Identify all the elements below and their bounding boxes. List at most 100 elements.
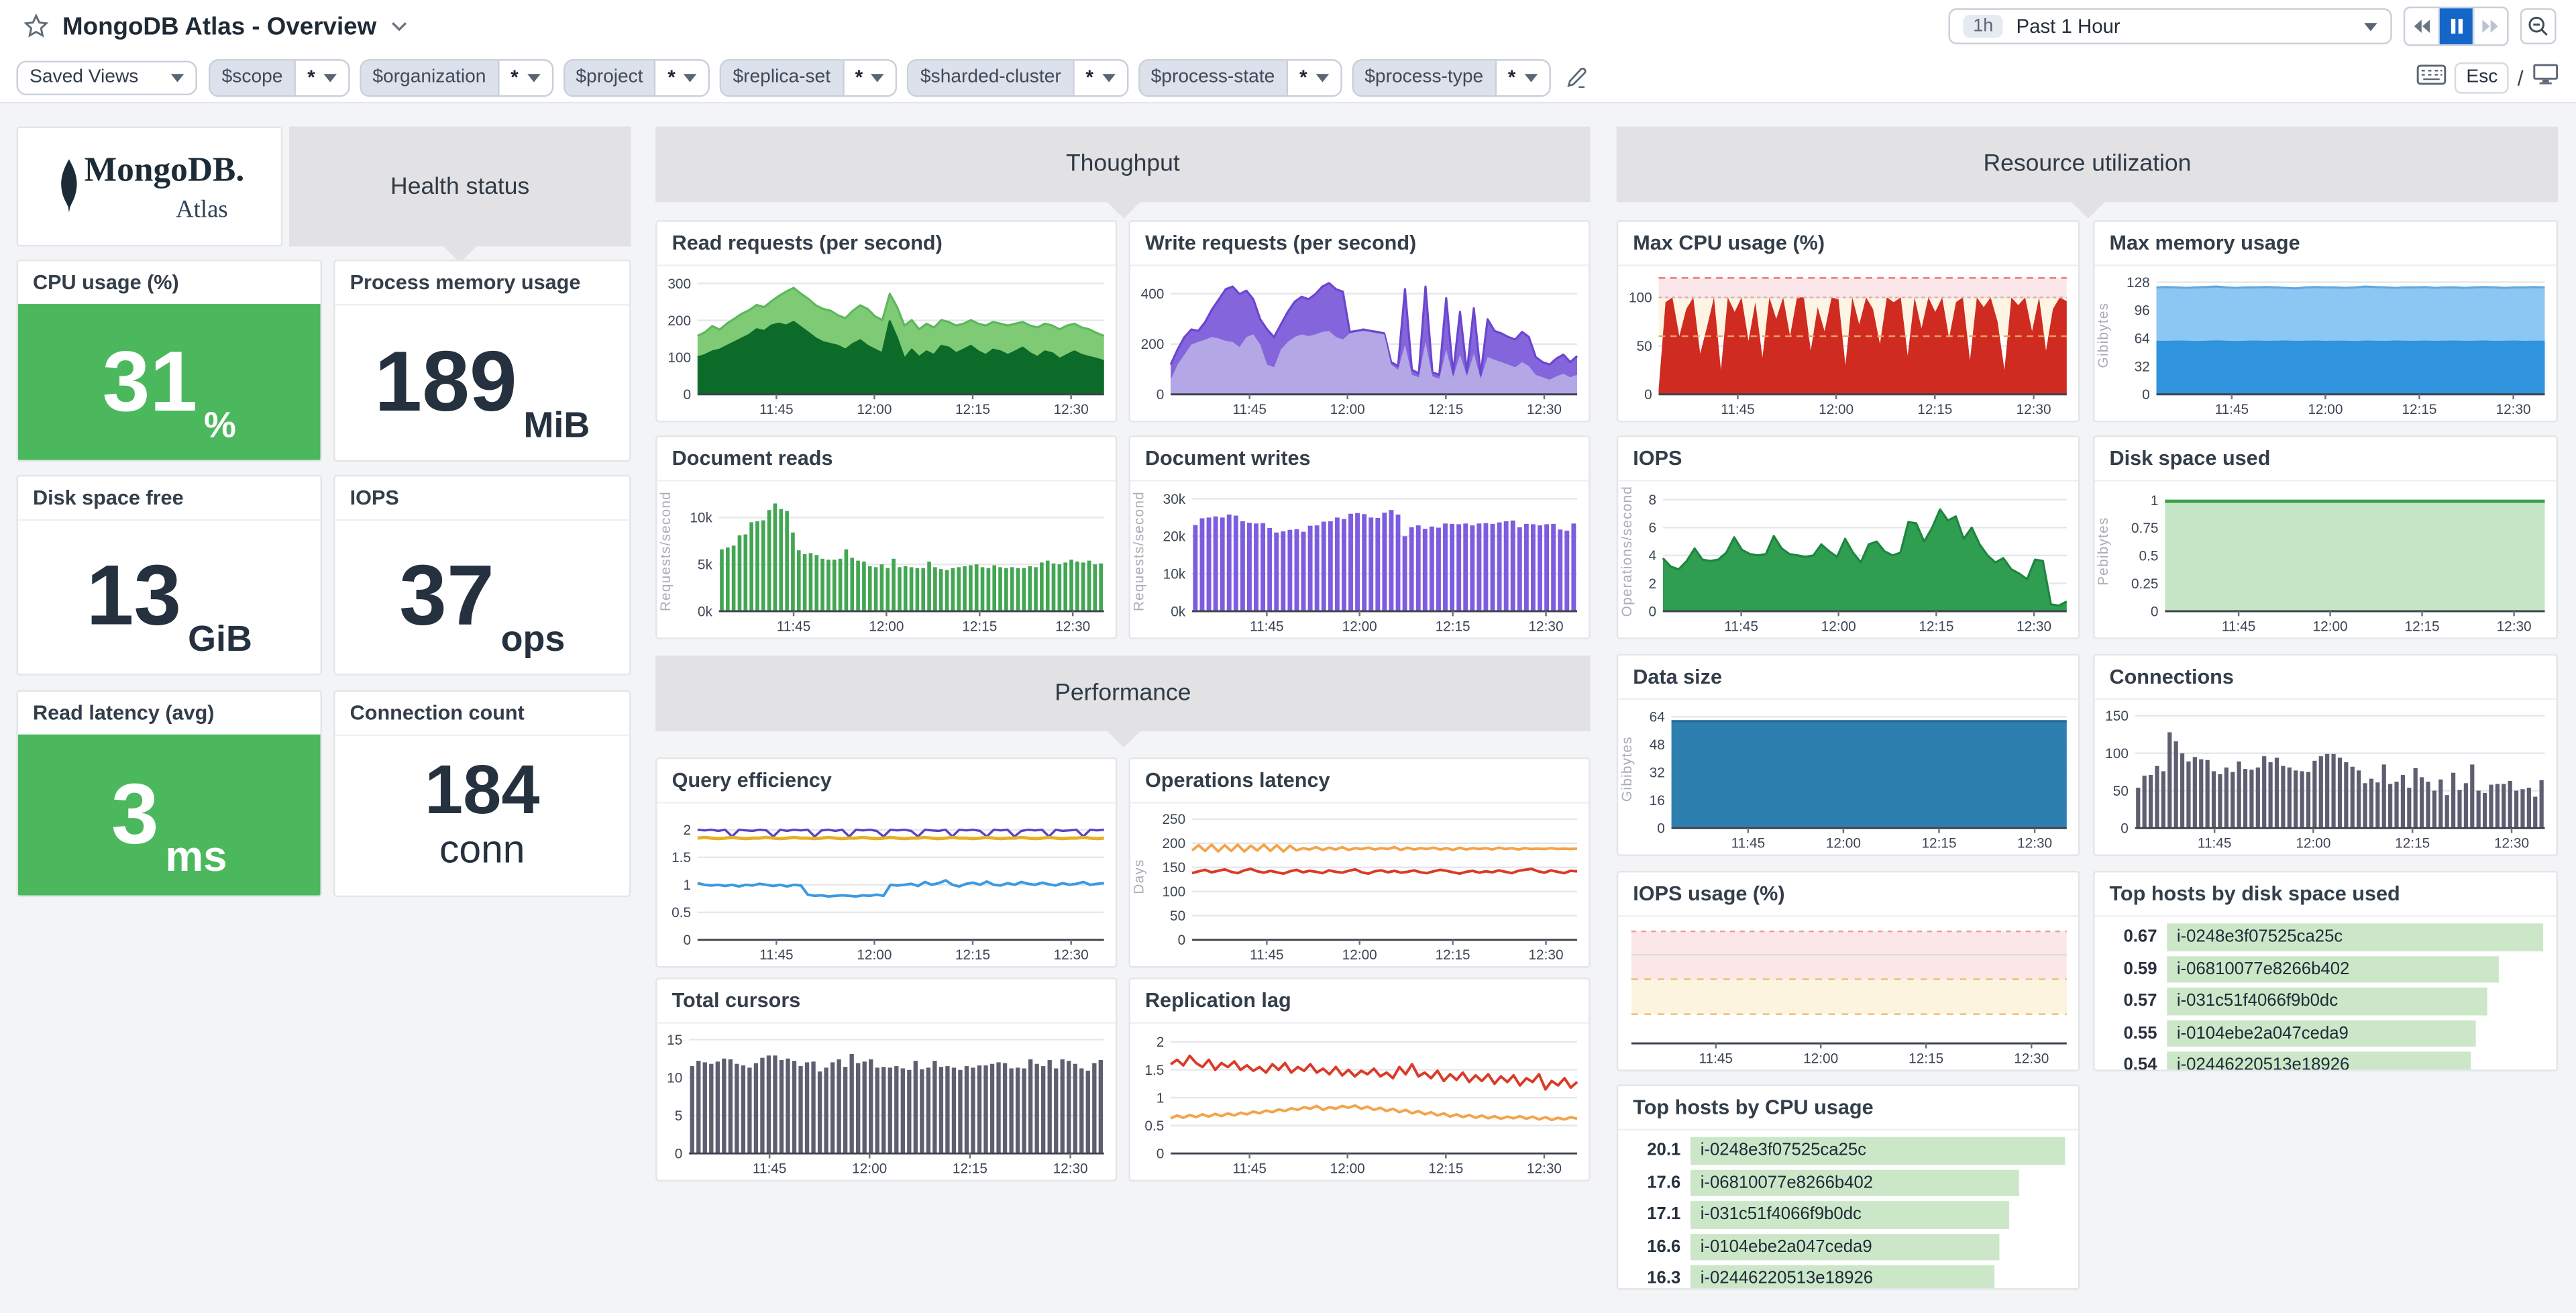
panel-title[interactable]: Replication lag [1130, 980, 1589, 1024]
panel-title[interactable]: Total cursors [657, 980, 1116, 1024]
panel-read-latency-stat: Read latency (avg) 3ms [16, 690, 322, 898]
disk-space-used-chart[interactable]: 00.250.50.75111:4512:0012:1512:30Pebibyt… [2094, 480, 2556, 637]
panel-replication-lag: Replication lag 00.511.5211:4512:0012:15… [1128, 978, 1590, 1181]
variable-chip-scope[interactable]: $scope* [209, 58, 350, 96]
host-bar[interactable]: i-0104ebe2a047ceda9 [2167, 1020, 2475, 1047]
panel-title[interactable]: Max CPU usage (%) [1618, 222, 2078, 266]
host-value: 16.6 [1631, 1237, 1690, 1256]
host-value: 0.59 [2108, 959, 2167, 979]
host-bar[interactable]: i-0248e3f07525ca25c [2167, 923, 2543, 950]
panel-title[interactable]: CPU usage (%) [18, 261, 321, 305]
query-efficiency-chart[interactable]: 00.511.5211:4512:0012:1512:30 [657, 802, 1116, 966]
variable-caret-icon [684, 73, 697, 81]
iops-usage-chart[interactable]: 11:4512:0012:1512:30 [1618, 915, 2078, 1069]
panel-title[interactable]: IOPS [335, 476, 629, 521]
variable-chip-process-type[interactable]: $process-type* [1352, 58, 1550, 96]
host-bar[interactable]: i-02446220513e18926 [2167, 1051, 2470, 1071]
panel-title[interactable]: Disk space free [18, 476, 321, 521]
pause-button[interactable] [2440, 8, 2474, 44]
host-bar[interactable]: i-06810077e8266b402 [1690, 1169, 2019, 1196]
data-size-chart[interactable]: 01632486411:4512:0012:1512:30Gibibytes [1618, 698, 2078, 855]
zoom-out-time-button[interactable] [2520, 8, 2557, 44]
edit-variables-pencil-icon[interactable] [1563, 65, 1588, 90]
svg-text:11:45: 11:45 [1731, 836, 1766, 851]
panel-title[interactable]: Document writes [1130, 437, 1589, 481]
dashboard-title-chevron-icon[interactable] [390, 19, 409, 33]
variable-chip-process-state[interactable]: $process-state* [1138, 58, 1342, 96]
document-writes-chart[interactable]: 0k10k20k30k11:4512:0012:1512:30Requests/… [1130, 480, 1589, 637]
svg-text:12:00: 12:00 [1826, 836, 1861, 851]
svg-text:100: 100 [1629, 291, 1652, 306]
panel-top-hosts-cpu: Top hosts by CPU usage 20.1i-0248e3f0752… [1617, 1084, 2080, 1290]
svg-text:Gibibytes: Gibibytes [2096, 303, 2111, 368]
variable-name: $process-state [1139, 60, 1286, 94]
document-reads-chart[interactable]: 0k5k10k11:4512:0012:1512:30Requests/seco… [657, 480, 1116, 637]
panel-title[interactable]: Write requests (per second) [1130, 222, 1589, 266]
variable-chip-project[interactable]: $project* [563, 58, 710, 96]
host-row: 16.3i-02446220513e18926 [1631, 1265, 2065, 1290]
panel-title[interactable]: Query efficiency [657, 759, 1116, 803]
variable-caret-icon [871, 73, 884, 81]
operations-latency-chart[interactable]: 05010015020025011:4512:0012:1512:30Days [1130, 802, 1589, 966]
svg-text:0: 0 [683, 933, 691, 948]
svg-text:20k: 20k [1163, 529, 1186, 545]
time-range-label: Past 1 Hour [2017, 15, 2365, 38]
svg-text:12:15: 12:15 [953, 1161, 987, 1177]
connections-chart[interactable]: 05010015011:4512:0012:1512:30 [2094, 698, 2556, 855]
panel-title[interactable]: Process memory usage [335, 261, 629, 305]
panel-title[interactable]: Document reads [657, 437, 1116, 481]
svg-text:12:30: 12:30 [2017, 619, 2051, 634]
stat-unit: ops [501, 618, 566, 661]
panel-title[interactable]: Read latency (avg) [18, 692, 321, 736]
host-bar[interactable]: i-02446220513e18926 [1690, 1265, 1994, 1290]
svg-text:12:00: 12:00 [857, 947, 892, 963]
write-requests-chart[interactable]: 020040011:4512:0012:1512:30 [1130, 264, 1589, 421]
svg-text:Operations/second: Operations/second [1619, 486, 1635, 617]
section-header-resource-utilization: Resource utilization [1617, 127, 2558, 203]
variable-chip-sharded-cluster[interactable]: $sharded-cluster* [907, 58, 1128, 96]
panel-title[interactable]: Top hosts by CPU usage [1618, 1086, 2078, 1131]
svg-text:12:00: 12:00 [1330, 402, 1365, 417]
panel-title[interactable]: Operations latency [1130, 759, 1589, 803]
panel-title[interactable]: Max memory usage [2094, 222, 2556, 266]
panel-title[interactable]: IOPS [1618, 437, 2078, 481]
variable-chip-replica-set[interactable]: $replica-set* [720, 58, 898, 96]
svg-text:11:45: 11:45 [1699, 1051, 1733, 1066]
panel-title[interactable]: Connection count [335, 692, 629, 736]
favorite-star-icon[interactable] [23, 13, 49, 40]
host-bar[interactable]: i-0104ebe2a047ceda9 [1690, 1233, 2000, 1260]
host-value: 17.6 [1631, 1173, 1690, 1192]
max-cpu-usage-chart[interactable]: 05010011:4512:0012:1512:30 [1618, 264, 2078, 421]
max-memory-usage-chart[interactable]: 032649612811:4512:0012:1512:30Gibibytes [2094, 264, 2556, 421]
panel-title[interactable]: Disk space used [2094, 437, 2556, 481]
variable-chip-organization[interactable]: $organization* [360, 58, 553, 96]
time-range-badge: 1h [1964, 15, 2003, 38]
time-shift-back-button[interactable] [2405, 8, 2439, 44]
host-bar[interactable]: i-0248e3f07525ca25c [1690, 1137, 2065, 1164]
panel-document-reads: Document reads 0k5k10k11:4512:0012:1512:… [655, 435, 1117, 639]
panel-title[interactable]: Data size [1618, 655, 2078, 700]
host-bar[interactable]: i-031c51f4066f9b0dc [2167, 988, 2487, 1014]
host-bar[interactable]: i-06810077e8266b402 [2167, 955, 2498, 982]
svg-text:12:15: 12:15 [1909, 1051, 1943, 1066]
panel-title[interactable]: Read requests (per second) [657, 222, 1116, 266]
panel-disk-space-used: Disk space used 00.250.50.75111:4512:001… [2093, 435, 2558, 639]
total-cursors-chart[interactable]: 05101511:4512:0012:1512:30 [657, 1022, 1116, 1179]
iops-chart[interactable]: 0246811:4512:0012:1512:30Operations/seco… [1618, 480, 2078, 637]
saved-views-dropdown[interactable]: Saved Views [16, 60, 197, 94]
panel-title[interactable]: IOPS usage (%) [1618, 872, 2078, 916]
svg-text:12:00: 12:00 [1342, 619, 1377, 634]
read-requests-chart[interactable]: 010020030011:4512:0012:1512:30 [657, 264, 1116, 421]
panel-title[interactable]: Connections [2094, 655, 2556, 700]
panel-title[interactable]: Top hosts by disk space used [2094, 872, 2556, 916]
host-bar[interactable]: i-031c51f4066f9b0dc [1690, 1201, 2009, 1228]
host-row: 20.1i-0248e3f07525ca25c [1631, 1137, 2065, 1164]
time-shift-forward-button[interactable] [2474, 8, 2507, 44]
stat-value: 37 [399, 554, 494, 639]
panel-connections: Connections 05010015011:4512:0012:1512:3… [2093, 654, 2558, 856]
svg-text:12:30: 12:30 [1054, 402, 1089, 417]
replication-lag-chart[interactable]: 00.511.5211:4512:0012:1512:30 [1130, 1022, 1589, 1179]
time-range-picker[interactable]: 1h Past 1 Hour [1948, 8, 2392, 44]
monitor-icon[interactable] [2532, 62, 2560, 94]
variable-name: $organization [361, 60, 497, 94]
